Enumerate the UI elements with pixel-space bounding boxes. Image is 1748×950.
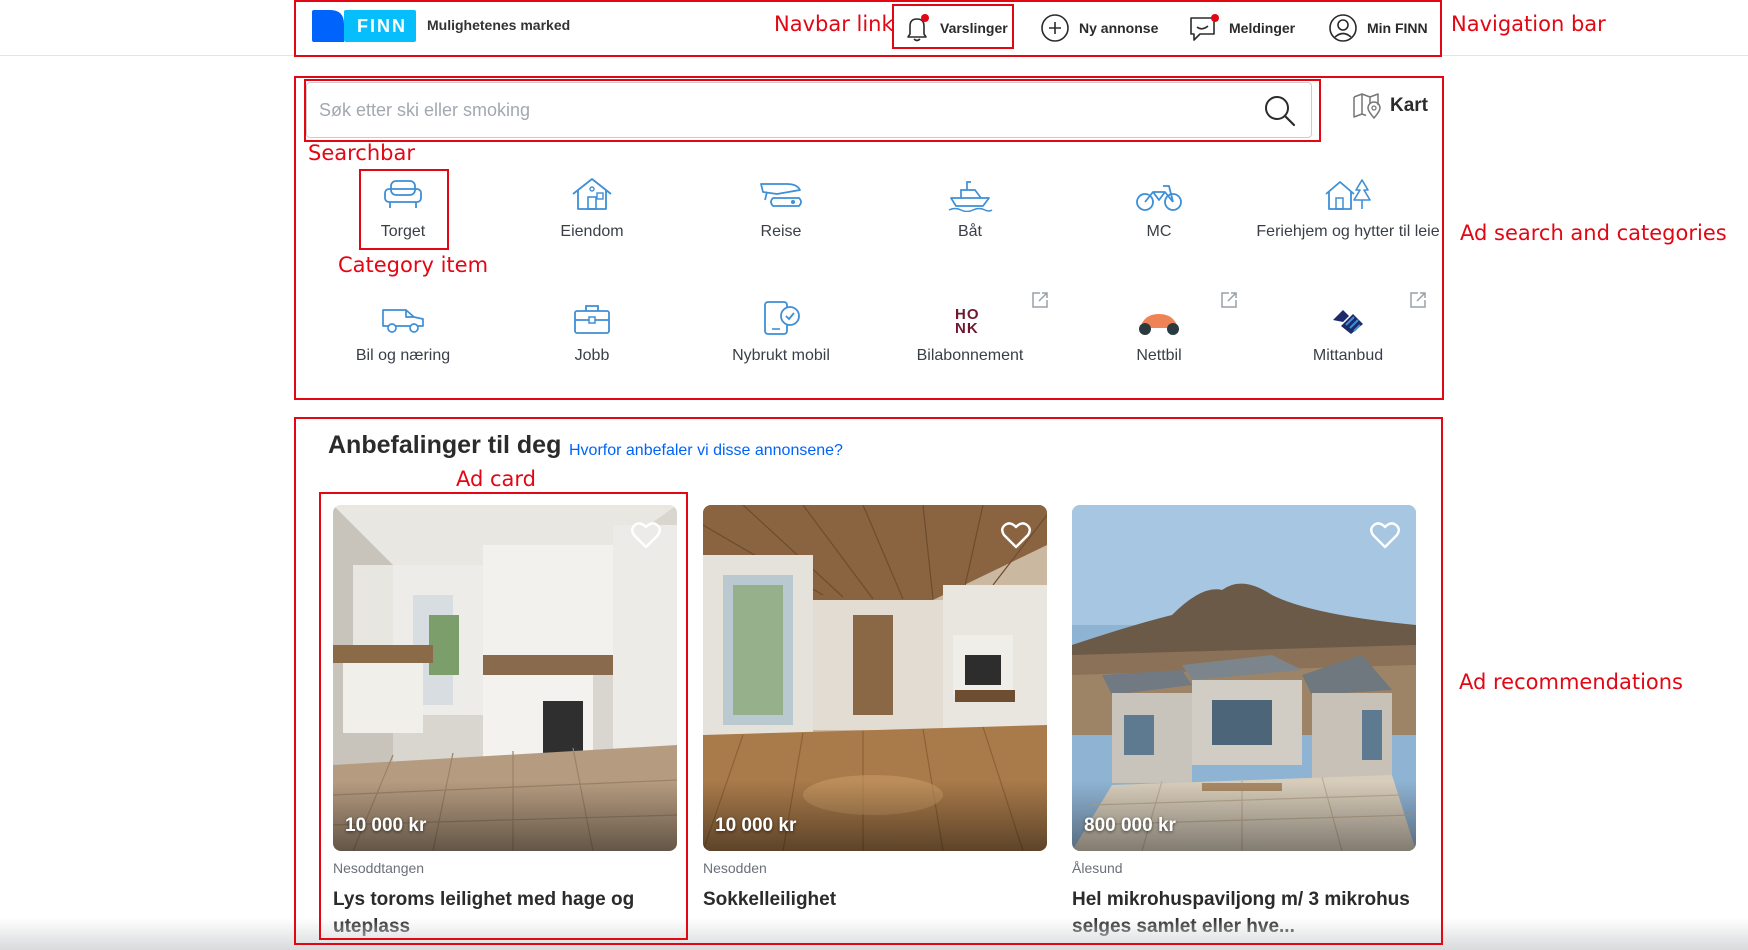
map-button[interactable]: Kart [1352, 92, 1428, 120]
ad-card[interactable]: 10 000 kr Nesoddtangen Lys toroms leilig… [333, 505, 677, 940]
finn-homepage: FINN Mulighetenes marked Varslinger Ny a… [0, 0, 1748, 950]
category-label: Bilabonnement [916, 347, 1024, 364]
category-feriehjem[interactable]: Feriehjem og hytter til leie [1253, 170, 1443, 242]
category-label: Nettbil [1136, 347, 1182, 364]
search-icon[interactable] [1263, 94, 1297, 128]
heart-icon[interactable] [1001, 521, 1031, 549]
category-label: Båt [957, 223, 982, 240]
sofa-icon [384, 180, 422, 208]
ad-image: 10 000 kr [333, 505, 677, 851]
nav-link-varslinger[interactable]: Varslinger [903, 8, 1008, 48]
nettbil-logo-icon [1139, 314, 1179, 335]
briefcase-icon [574, 305, 610, 334]
ad-location: Nesodden [703, 860, 767, 876]
ad-card[interactable]: 800 000 kr Ålesund Hel mikrohuspaviljong… [1072, 505, 1416, 940]
annotation-label: Ad search and categories [1460, 221, 1727, 245]
category-label: Mittanbud [1312, 347, 1384, 364]
motorcycle-icon [1136, 185, 1182, 211]
category-label: Feriehjem og hytter til leie [1256, 223, 1440, 240]
external-link-icon[interactable] [1408, 290, 1428, 310]
annotation-label: Searchbar [308, 141, 415, 165]
category-jobb[interactable]: Jobb [497, 294, 687, 366]
finn-logo-text: FINN [357, 16, 407, 36]
nav-link-label: Min FINN [1367, 20, 1428, 36]
honk-logo-icon: HO NK [955, 306, 980, 337]
category-nybrukt-mobil[interactable]: Nybrukt mobil [686, 294, 876, 366]
chat-icon [1190, 14, 1219, 41]
recommendations-title: Anbefalinger til deg [328, 431, 562, 459]
search-bar [306, 82, 1312, 138]
plane-icon [760, 183, 802, 207]
phone-icon [764, 301, 800, 335]
ad-location: Ålesund [1072, 860, 1123, 876]
ad-title[interactable]: Sokkelleilighet [703, 886, 1047, 913]
ad-card[interactable]: 10 000 kr Nesodden Sokkelleilighet [703, 505, 1047, 913]
nav-link-min-finn[interactable]: Min FINN [1328, 8, 1428, 48]
category-bil-og-naering[interactable]: Bil og næring [308, 294, 498, 366]
external-link-icon[interactable] [1030, 290, 1050, 310]
map-label: Kart [1390, 95, 1429, 116]
why-recommended-link[interactable]: Hvorfor anbefaler vi disse annonsene? [569, 442, 843, 460]
cabin-icon [1325, 179, 1371, 210]
ad-image: 800 000 kr [1072, 505, 1416, 851]
ad-location: Nesoddtangen [333, 860, 425, 876]
category-reise[interactable]: Reise [686, 170, 876, 242]
user-circle-icon [1329, 14, 1357, 42]
heart-icon[interactable] [631, 521, 661, 549]
category-label: Bil og næring [355, 347, 451, 364]
house-icon [572, 178, 612, 210]
ad-price: 10 000 kr [715, 815, 797, 836]
category-label: Torget [380, 223, 426, 240]
category-bat[interactable]: Båt [875, 170, 1065, 242]
nav-link-label: Ny annonse [1079, 20, 1159, 36]
ad-price: 10 000 kr [345, 815, 427, 836]
search-input[interactable] [319, 95, 1219, 125]
bell-icon [907, 14, 929, 42]
nav-link-label: Meldinger [1229, 20, 1296, 36]
category-label: Jobb [574, 347, 610, 364]
annotation-label: Category item [338, 253, 489, 277]
category-label: MC [1146, 223, 1172, 240]
category-mc[interactable]: MC [1064, 170, 1254, 242]
category-torget[interactable]: Torget [308, 170, 498, 242]
finn-logo[interactable]: FINN [312, 10, 416, 42]
car-icon [382, 309, 424, 333]
plus-circle-icon [1041, 14, 1069, 42]
tagline: Mulighetenes marked [427, 17, 571, 33]
external-link-icon[interactable] [1219, 290, 1239, 310]
category-eiendom[interactable]: Eiendom [497, 170, 687, 242]
nav-link-label: Varslinger [940, 20, 1008, 36]
ad-price: 800 000 kr [1084, 815, 1176, 836]
annotation-label: Navbar link [774, 12, 894, 36]
annotation-label: Navigation bar [1451, 12, 1606, 36]
category-label: Nybrukt mobil [732, 347, 830, 364]
map-icon [1353, 93, 1381, 120]
boat-icon [948, 181, 993, 212]
annotation-label: Ad recommendations [1459, 670, 1683, 694]
nav-link-ny-annonse[interactable]: Ny annonse [1040, 8, 1158, 48]
annotation-label: Ad card [456, 467, 537, 491]
ad-image: 10 000 kr [703, 505, 1047, 851]
category-label: Reise [760, 223, 802, 240]
category-label: Eiendom [560, 223, 624, 240]
mittanbud-logo-icon [1333, 310, 1363, 334]
heart-icon[interactable] [1370, 521, 1400, 549]
nav-link-meldinger[interactable]: Meldinger [1188, 8, 1295, 48]
bottom-fade [0, 918, 1748, 950]
